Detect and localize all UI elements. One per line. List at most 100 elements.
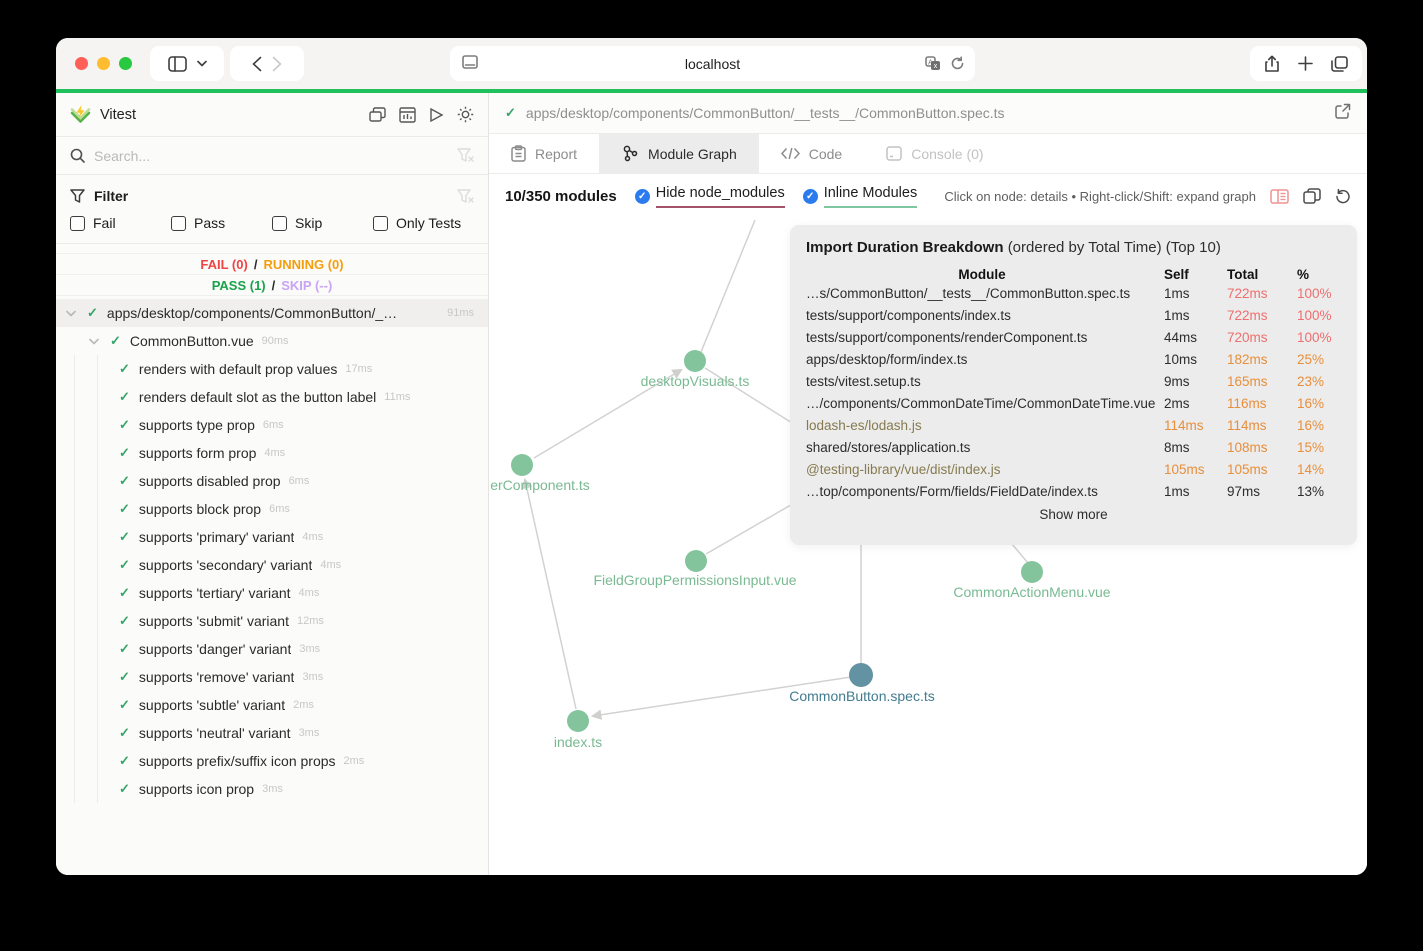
test-row[interactable]: ✓ supports type prop 6ms [56,411,488,439]
reload-icon[interactable] [950,56,965,71]
checkbox-icon [373,216,388,231]
test-duration: 6ms [289,475,310,487]
fail-count: FAIL (0) [200,257,247,272]
back-icon[interactable] [252,56,262,72]
filter-checkbox[interactable]: Only Tests [373,215,474,231]
translate-icon[interactable]: xA [925,56,941,71]
filter-checkbox[interactable]: Skip [272,215,373,231]
chevron-down-icon [197,60,207,67]
tree-suite[interactable]: ✓ CommonButton.vue 90ms [56,327,488,355]
zoom-window-button[interactable] [119,57,132,70]
theme-toggle-icon[interactable] [457,106,474,123]
test-row[interactable]: ✓ supports disabled prop 6ms [56,467,488,495]
tab-code[interactable]: Code [759,134,864,173]
pass-check-icon: ✓ [119,585,130,601]
test-duration: 6ms [263,419,284,431]
browser-sidebar-toggle[interactable] [150,46,224,81]
show-more-button[interactable]: Show more [806,507,1341,522]
module-duration-row[interactable]: …/components/CommonDateTime/CommonDateTi… [806,392,1341,414]
test-row[interactable]: ✓ supports icon prop 3ms [56,775,488,803]
test-row[interactable]: ✓ supports prefix/suffix icon props 2ms [56,747,488,775]
clear-filter-icon[interactable] [457,189,474,204]
checked-checkbox-icon: ✓ [803,189,818,204]
tree-root-file[interactable]: ✓ apps/desktop/components/CommonButton/_… [56,299,488,327]
module-path: tests/vitest.setup.ts [806,374,1158,389]
chevron-down-icon[interactable] [66,310,76,317]
module-duration-row[interactable]: tests/support/components/index.ts 1ms 72… [806,304,1341,326]
pass-check-icon: ✓ [87,305,98,321]
tab-overview-icon[interactable] [1331,56,1348,72]
filter-checkbox[interactable]: Pass [171,215,272,231]
inline-modules-toggle[interactable]: ✓ Inline Modules [803,185,918,208]
self-time: 1ms [1164,286,1221,301]
module-duration-row[interactable]: apps/desktop/form/index.ts 10ms 182ms 25… [806,348,1341,370]
module-duration-row[interactable]: tests/vitest.setup.ts 9ms 165ms 23% [806,370,1341,392]
reset-graph-icon[interactable] [1335,188,1351,204]
close-window-button[interactable] [75,57,88,70]
filter-checkbox[interactable]: Fail [70,215,171,231]
test-row[interactable]: ✓ supports 'submit' variant 12ms [56,607,488,635]
module-duration-row[interactable]: …top/components/Form/fields/FieldDate/in… [806,480,1341,502]
chevron-down-icon[interactable] [89,338,99,345]
run-all-icon[interactable] [429,107,444,123]
page-settings-icon[interactable] [462,55,478,69]
test-label: supports 'secondary' variant [139,557,312,573]
browser-chrome: localhost xA [56,38,1367,89]
module-duration-row[interactable]: @testing-library/vue/dist/index.js 105ms… [806,458,1341,480]
module-duration-row[interactable]: lodash-es/lodash.js 114ms 114ms 16% [806,414,1341,436]
module-duration-row[interactable]: shared/stores/application.ts 8ms 108ms 1… [806,436,1341,458]
new-tab-icon[interactable] [1298,56,1313,71]
node-fieldgrouppermissionsinput[interactable] [685,550,707,572]
test-row[interactable]: ✓ supports 'neutral' variant 3ms [56,719,488,747]
test-row[interactable]: ✓ supports form prop 4ms [56,439,488,467]
test-row[interactable]: ✓ supports 'danger' variant 3ms [56,635,488,663]
test-label: supports 'submit' variant [139,613,289,629]
collapse-panels-icon[interactable] [369,107,386,123]
tab-console[interactable]: Console (0) [864,134,1005,173]
test-row[interactable]: ✓ supports 'secondary' variant 4ms [56,551,488,579]
tab-report[interactable]: Report [489,134,599,173]
node-index[interactable] [567,710,589,732]
status-summary: FAIL (0) / RUNNING (0) PASS (1) / SKIP (… [56,253,488,296]
test-row[interactable]: ✓ supports 'tertiary' variant 4ms [56,579,488,607]
node-commonbutton-spec[interactable] [849,663,873,687]
tab-module-graph[interactable]: Module Graph [599,134,759,173]
clear-search-filter-icon[interactable] [457,148,474,163]
export-graph-icon[interactable] [1303,188,1321,204]
share-icon[interactable] [1264,55,1280,73]
svg-text:x: x [934,63,938,70]
test-label: supports type prop [139,417,255,433]
test-label: supports icon prop [139,781,254,797]
node-details-icon[interactable] [1270,189,1289,204]
node-label: CommonActionMenu.vue [953,584,1110,600]
test-row[interactable]: ✓ supports 'remove' variant 3ms [56,663,488,691]
dashboard-icon[interactable] [399,107,416,123]
forward-icon[interactable] [272,56,282,72]
open-external-icon[interactable] [1335,103,1351,119]
test-row[interactable]: ✓ supports block prop 6ms [56,495,488,523]
module-duration-row[interactable]: …s/CommonButton/__tests__/CommonButton.s… [806,282,1341,304]
node-desktopvisuals[interactable] [684,350,706,372]
test-duration: 2ms [344,755,365,767]
main-panel: ✓ apps/desktop/components/CommonButton/_… [489,93,1367,875]
browser-window: localhost xA Vitest [56,38,1367,875]
pass-check-icon: ✓ [119,613,130,629]
test-duration: 3ms [299,727,320,739]
test-row[interactable]: ✓ renders default slot as the button lab… [56,383,488,411]
module-duration-row[interactable]: tests/support/components/renderComponent… [806,326,1341,348]
module-graph-canvas[interactable]: desktopVisuals.ts erComponent.ts FieldGr… [489,218,1367,875]
node-rendercomponent[interactable] [511,454,533,476]
hide-node-modules-toggle[interactable]: ✓ Hide node_modules [635,185,785,208]
test-duration: 3ms [302,671,323,683]
minimize-window-button[interactable] [97,57,110,70]
address-bar[interactable]: localhost xA [450,46,975,81]
test-row[interactable]: ✓ supports 'subtle' variant 2ms [56,691,488,719]
test-row[interactable]: ✓ renders with default prop values 17ms [56,355,488,383]
pass-check-icon: ✓ [119,641,130,657]
test-row[interactable]: ✓ supports 'primary' variant 4ms [56,523,488,551]
search-input[interactable] [94,148,457,164]
node-commonactionmenu[interactable] [1021,561,1043,583]
console-icon [886,146,902,161]
percent: 100% [1297,286,1341,301]
running-count: RUNNING (0) [263,257,343,272]
